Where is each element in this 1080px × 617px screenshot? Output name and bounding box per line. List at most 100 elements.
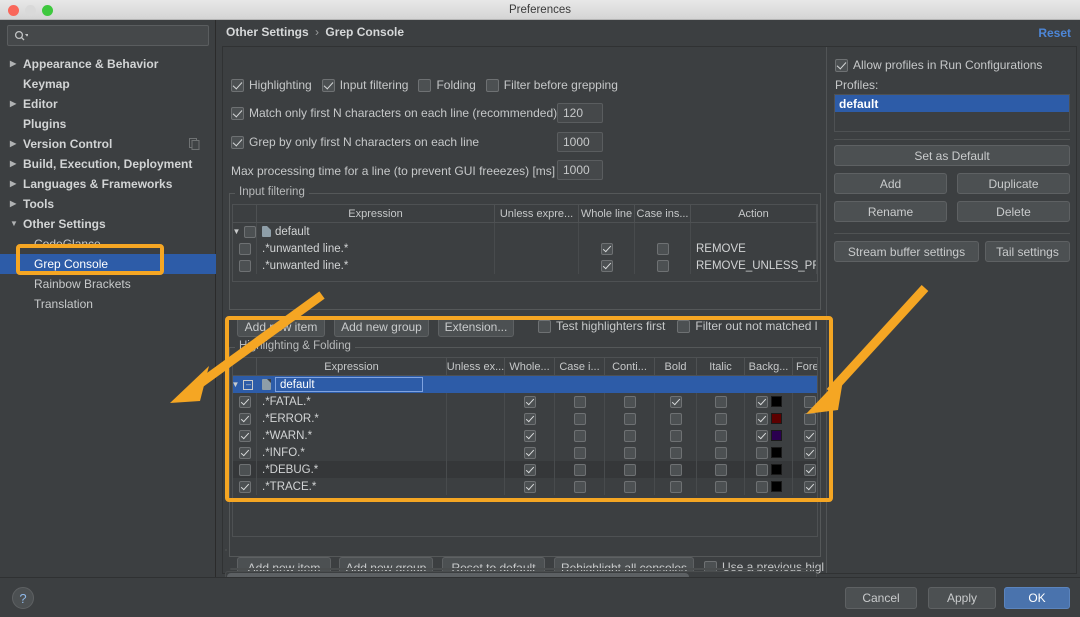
sidebar-item-build-execution-deployment[interactable]: ▶ Build, Execution, Deployment <box>0 154 216 174</box>
add-profile-button[interactable]: Add <box>834 173 947 194</box>
sidebar-item-translation[interactable]: Translation <box>0 294 216 314</box>
reset-link[interactable]: Reset <box>1038 26 1071 40</box>
case-insensitive-checkbox[interactable] <box>573 446 586 459</box>
italic-checkbox[interactable] <box>714 395 727 408</box>
table-row[interactable]: ▼– default <box>233 376 817 393</box>
chevron-right-icon[interactable]: ▶ <box>10 160 23 168</box>
checkbox-grep-first-n[interactable] <box>231 135 244 149</box>
input-filtering-table[interactable]: Expression Unless expre... Whole line Case … <box>232 204 818 282</box>
continue-matching-checkbox[interactable] <box>623 463 636 476</box>
zoom-window-button[interactable] <box>42 5 53 16</box>
whole-line-checkbox[interactable] <box>523 395 536 408</box>
foreground-color-checkbox[interactable] <box>803 395 816 408</box>
row-enable-cell[interactable] <box>233 240 257 257</box>
background-color[interactable] <box>745 427 793 444</box>
whole-line-checkbox[interactable] <box>600 242 613 255</box>
chevron-right-icon[interactable]: ▶ <box>10 100 23 108</box>
checkbox-highlighting[interactable] <box>231 78 244 92</box>
sidebar-item-plugins[interactable]: Plugins <box>0 114 216 134</box>
input-filtering-extension-button[interactable]: Extension... <box>438 316 514 337</box>
input-match-first-n[interactable]: 120 <box>557 103 603 123</box>
apply-button[interactable]: Apply <box>928 587 996 609</box>
input-grep-first-n[interactable]: 1000 <box>557 132 603 152</box>
checkbox-match-first-n[interactable] <box>231 106 244 120</box>
expression-cell[interactable]: default <box>257 376 447 393</box>
background-color-checkbox[interactable] <box>755 429 768 442</box>
background-color[interactable] <box>745 478 793 495</box>
sidebar-item-tools[interactable]: ▶ Tools <box>0 194 216 214</box>
italic-checkbox[interactable] <box>714 480 727 493</box>
expression-cell[interactable]: .*FATAL.* <box>257 393 447 410</box>
foreground-color[interactable] <box>793 444 817 461</box>
sidebar-item-rainbow-brackets[interactable]: Rainbow Brackets <box>0 274 216 294</box>
row-enable-checkbox[interactable] <box>238 259 251 272</box>
bold-checkbox[interactable] <box>669 395 682 408</box>
bold-checkbox[interactable] <box>669 480 682 493</box>
row-enable-cell[interactable] <box>233 393 257 410</box>
highlighting-table[interactable]: Expression Unless ex... Whole... Case i... C… <box>232 357 818 537</box>
case-insensitive-checkbox[interactable] <box>573 429 586 442</box>
input-max-processing-time[interactable]: 1000 <box>557 160 603 180</box>
italic-checkbox[interactable] <box>714 446 727 459</box>
sidebar-item-version-control[interactable]: ▶ Version Control <box>0 134 216 154</box>
continue-matching-checkbox[interactable] <box>623 429 636 442</box>
background-color[interactable] <box>745 393 793 410</box>
sidebar-item-codeglance[interactable]: CodeGlance <box>0 234 216 254</box>
row-enable-checkbox[interactable] <box>238 412 251 425</box>
highlighting-col-header[interactable] <box>233 358 257 376</box>
continue-matching-checkbox[interactable] <box>623 446 636 459</box>
expression-cell[interactable]: .*WARN.* <box>257 427 447 444</box>
foreground-color-checkbox[interactable] <box>803 429 816 442</box>
bold-checkbox[interactable] <box>669 412 682 425</box>
background-color-checkbox[interactable] <box>755 446 768 459</box>
input-filtering-add-new-item-button[interactable]: Add new item <box>237 316 325 337</box>
case-insensitive-checkbox[interactable] <box>573 480 586 493</box>
input-filtering-col-header[interactable] <box>233 205 257 223</box>
row-enable-cell[interactable] <box>233 478 257 495</box>
sidebar-item-other-settings[interactable]: ▼ Other Settings <box>0 214 216 234</box>
row-enable-checkbox[interactable] <box>238 446 251 459</box>
continue-matching-checkbox[interactable] <box>623 412 636 425</box>
checkbox-allow-profiles[interactable] <box>835 58 848 72</box>
foreground-color[interactable] <box>793 478 817 495</box>
whole-line-checkbox[interactable] <box>523 463 536 476</box>
expression-cell[interactable]: .*ERROR.* <box>257 410 447 427</box>
whole-line-checkbox[interactable] <box>523 412 536 425</box>
checkbox-test-highlighters-first[interactable] <box>538 319 551 333</box>
profiles-list[interactable]: default <box>834 94 1070 132</box>
table-row[interactable]: .*WARN.* <box>233 427 817 444</box>
chevron-down-icon[interactable]: ▼ <box>233 380 239 389</box>
highlighting-col-header[interactable]: Bold <box>655 358 697 376</box>
background-color-color-swatch[interactable] <box>770 481 782 492</box>
foreground-color-checkbox[interactable] <box>803 412 816 425</box>
highlighting-col-header[interactable]: Backg... <box>745 358 793 376</box>
row-enable-checkbox[interactable] <box>238 242 251 255</box>
highlighting-col-header[interactable]: Unless ex... <box>447 358 505 376</box>
case-insensitive-checkbox[interactable] <box>573 463 586 476</box>
sidebar-item-keymap[interactable]: Keymap <box>0 74 216 94</box>
case-insensitive-checkbox[interactable] <box>656 259 669 272</box>
duplicate-profile-button[interactable]: Duplicate <box>957 173 1070 194</box>
continue-matching-checkbox[interactable] <box>623 395 636 408</box>
background-color[interactable] <box>745 461 793 478</box>
table-row[interactable]: .*DEBUG.* <box>233 461 817 478</box>
chevron-down-icon[interactable]: ▼ <box>233 227 240 236</box>
highlighting-col-header[interactable]: Foregr... <box>793 358 817 376</box>
group-partial-checkbox[interactable]: – <box>243 379 254 390</box>
chevron-right-icon[interactable]: ▶ <box>10 180 23 188</box>
table-row[interactable]: .*unwanted line.* REMOVE <box>233 240 817 257</box>
case-insensitive-checkbox[interactable] <box>573 412 586 425</box>
breadcrumb-parent[interactable]: Other Settings <box>226 25 309 39</box>
input-filtering-col-header[interactable]: Unless expre... <box>495 205 579 223</box>
expression-cell[interactable]: default <box>257 223 495 240</box>
italic-checkbox[interactable] <box>714 463 727 476</box>
background-color-checkbox[interactable] <box>755 395 768 408</box>
foreground-color-checkbox[interactable] <box>803 446 816 459</box>
help-button[interactable]: ? <box>12 587 34 609</box>
row-enable-cell[interactable] <box>233 410 257 427</box>
row-enable-cell[interactable] <box>233 257 257 274</box>
tail-settings-button[interactable]: Tail settings <box>985 241 1070 262</box>
background-color-color-swatch[interactable] <box>770 464 782 475</box>
minimize-window-button[interactable] <box>25 5 36 16</box>
row-enable-cell[interactable] <box>233 444 257 461</box>
